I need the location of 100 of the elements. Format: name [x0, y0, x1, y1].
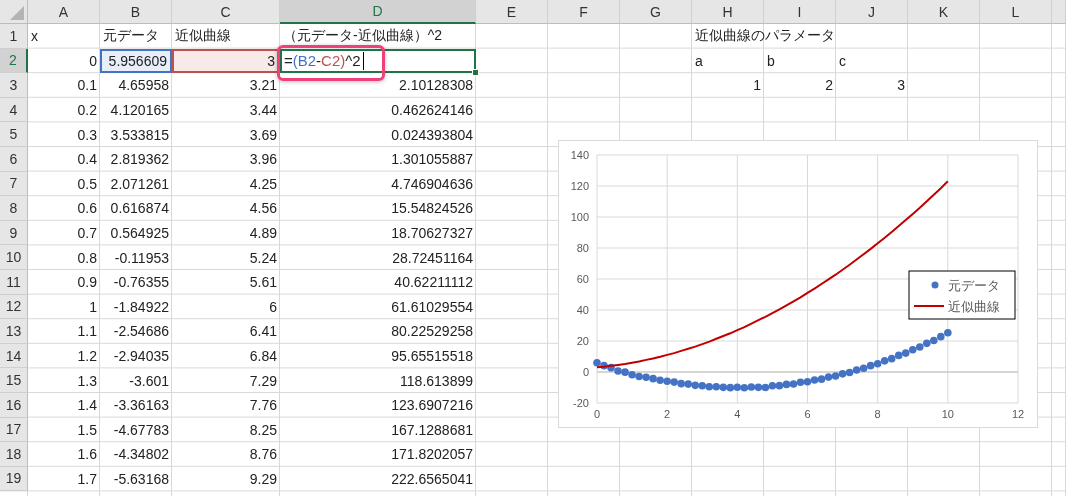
column-header[interactable]: E: [476, 0, 548, 24]
table-cell: -4.67783: [113, 421, 169, 438]
table-cell: -5.63168: [113, 471, 169, 487]
column-header[interactable]: C: [172, 0, 280, 24]
table-cell: 5.24: [249, 249, 277, 266]
data-point: [782, 380, 791, 389]
table-cell: 0.6: [77, 200, 97, 217]
column-header[interactable]: B: [100, 0, 172, 24]
table-cell: 1.5: [77, 421, 97, 438]
table-cell: 5.61: [249, 274, 277, 291]
data-point: [754, 383, 763, 392]
column-header[interactable]: F: [548, 0, 620, 24]
table-cell: 4.65958: [118, 77, 169, 94]
row-header[interactable]: 18: [0, 442, 28, 467]
table-cell: 7.29: [249, 372, 277, 389]
row-header[interactable]: 17: [0, 417, 28, 443]
table-cell: -1.84922: [113, 298, 169, 315]
table-cell: 4.25: [249, 175, 277, 192]
axis-tick-label: 12: [1011, 408, 1025, 420]
row-header[interactable]: 2: [0, 48, 28, 74]
legend-marker-icon: [931, 281, 939, 289]
table-cell: 2: [825, 77, 833, 94]
axis-tick-label: -20: [573, 397, 589, 409]
row-header[interactable]: 8: [0, 196, 28, 221]
chart-area[interactable]: -20 0 20 40 60 80 100 120 140 0 2 4 6 8 10 12 元データ 近似曲線: [558, 140, 1038, 428]
table-cell: -3.601: [129, 372, 169, 389]
table-cell: 近似曲線: [175, 27, 231, 46]
table-cell: 61.61029554: [391, 298, 473, 315]
data-point: [796, 378, 805, 387]
axis-tick-label: 6: [804, 408, 811, 420]
referenced-cell: 5.956609: [100, 48, 172, 74]
column-header[interactable]: J: [836, 0, 908, 24]
column-header[interactable]: G: [620, 0, 692, 24]
axis-tick-label: 0: [593, 408, 601, 420]
table-cell: -0.76355: [113, 274, 169, 291]
axis-tick-label: 80: [576, 242, 589, 254]
table-cell: 6.84: [249, 348, 277, 364]
axis-tick-label: 140: [570, 149, 589, 161]
table-cell: 0.1: [77, 77, 97, 94]
table-cell: 1: [89, 298, 97, 315]
row-header[interactable]: 13: [0, 319, 28, 344]
column-header[interactable]: A: [28, 0, 100, 24]
table-cell: -2.54686: [113, 323, 169, 340]
column-header[interactable]: K: [908, 0, 980, 24]
table-cell: 元データ: [103, 27, 159, 46]
table-cell: 0: [89, 52, 97, 69]
row-header[interactable]: 1: [0, 24, 28, 49]
row-header[interactable]: 10: [0, 245, 28, 270]
row-header[interactable]: 6: [0, 146, 28, 172]
axis-tick-label: 100: [570, 211, 589, 223]
column-header[interactable]: H: [692, 0, 764, 24]
axis-tick-label: 8: [874, 408, 881, 420]
row-header[interactable]: 3: [0, 73, 28, 98]
row-header[interactable]: 7: [0, 171, 28, 197]
table-cell: 123.6907216: [391, 397, 473, 414]
fill-handle[interactable]: [472, 69, 479, 77]
row-header[interactable]: 15: [0, 368, 28, 393]
table-cell: 1.7: [77, 471, 97, 487]
row-header[interactable]: 14: [0, 343, 28, 369]
axis-tick-label: 2: [664, 408, 671, 420]
table-cell: 6: [269, 298, 277, 315]
table-cell: 2.10128308: [399, 77, 473, 94]
data-point: [761, 383, 770, 392]
table-cell: 3.533815: [110, 126, 169, 143]
data-point: [726, 383, 735, 392]
table-cell: 8.25: [249, 421, 277, 438]
row-header[interactable]: 19: [0, 466, 28, 492]
axis-tick-label: 20: [576, 335, 589, 347]
row-header[interactable]: 12: [0, 294, 28, 320]
column-header[interactable]: D: [280, 0, 476, 24]
column-header[interactable]: I: [764, 0, 836, 24]
table-cell: 近似曲線のパラメータ: [695, 27, 835, 46]
axis-tick-label: 60: [576, 273, 589, 285]
column-header[interactable]: L: [980, 0, 1052, 24]
table-cell: 0.2: [77, 102, 97, 119]
formula-input[interactable]: =(B2-C2)^2: [280, 48, 476, 74]
axis-tick-label: 4: [734, 408, 741, 420]
table-cell: x: [31, 28, 38, 45]
legend-line-icon: [913, 305, 945, 307]
row-header[interactable]: 4: [0, 97, 28, 123]
column-header[interactable]: [1052, 0, 1066, 24]
row-header[interactable]: 9: [0, 220, 28, 246]
table-cell: c: [839, 52, 846, 69]
data-point: [712, 382, 721, 391]
row-header[interactable]: 5: [0, 122, 28, 147]
table-cell: 3.69: [249, 126, 277, 143]
table-cell: 0.8: [77, 249, 97, 266]
table-cell: 0.616874: [110, 200, 169, 217]
table-cell: -4.34802: [113, 446, 169, 463]
data-point: [705, 382, 714, 391]
table-cell: 8.76: [249, 446, 277, 463]
table-cell: 4.120165: [110, 102, 169, 119]
row-header[interactable]: 16: [0, 392, 28, 418]
table-cell: 171.8202057: [391, 446, 473, 463]
row-header[interactable]: 11: [0, 269, 28, 295]
data-point: [908, 345, 917, 354]
table-cell: 4.746904636: [391, 175, 473, 192]
data-point: [845, 368, 854, 377]
data-point: [719, 383, 728, 392]
legend-label: 元データ: [948, 278, 1000, 293]
